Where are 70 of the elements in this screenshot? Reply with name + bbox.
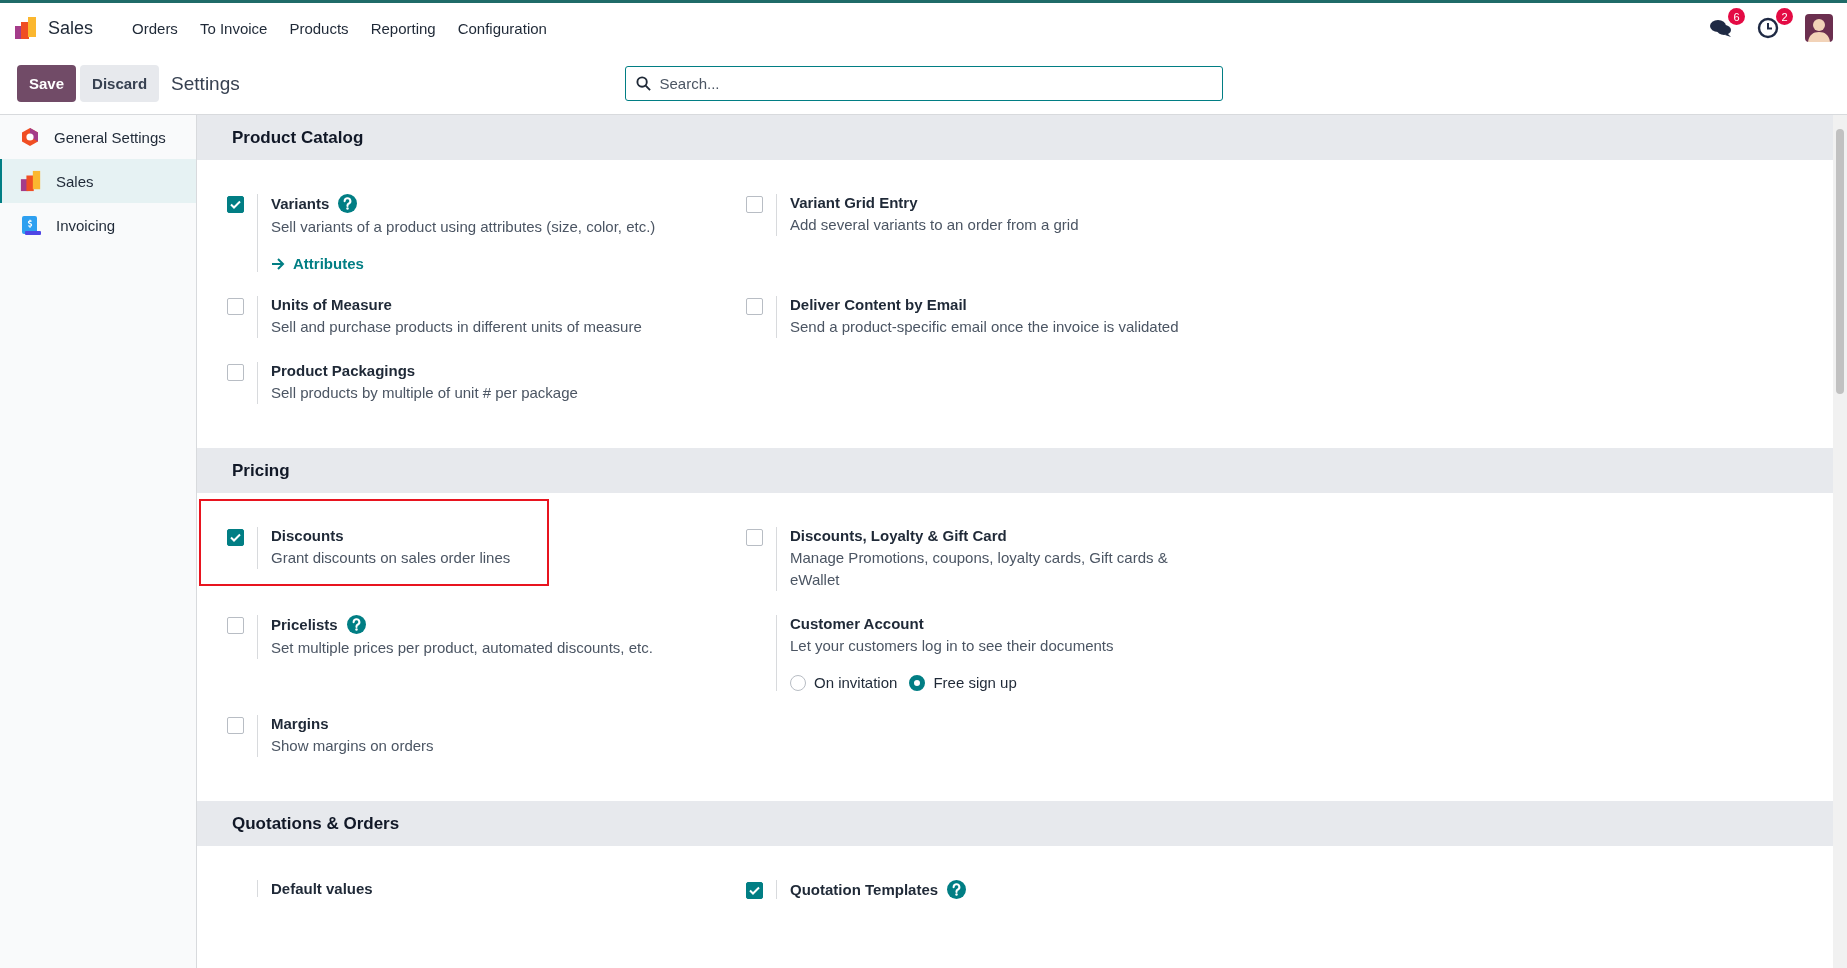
setting-title: Default values xyxy=(271,880,373,897)
setting-description: Grant discounts on sales order lines xyxy=(271,548,511,568)
setting-title: Discounts xyxy=(271,527,344,544)
setting-title: Units of Measure xyxy=(271,296,392,313)
count-badge: 6 xyxy=(1728,8,1745,25)
setting-description: Send a product-specific email once the invoice is validated xyxy=(790,317,1179,337)
checkmark-icon xyxy=(230,533,241,542)
setting-title: Customer Account xyxy=(790,615,924,632)
bar-chart-logo-icon xyxy=(14,16,38,40)
checkbox[interactable] xyxy=(227,717,244,734)
section-header: Pricing xyxy=(197,448,1833,493)
setting-title: Pricelists xyxy=(271,616,338,633)
invoice-icon xyxy=(20,214,42,236)
section-header: Quotations & Orders xyxy=(197,801,1833,846)
checkmark-icon xyxy=(230,200,241,209)
sidebar-item[interactable]: Sales xyxy=(0,159,196,203)
help-icon[interactable] xyxy=(947,880,967,899)
help-icon[interactable] xyxy=(338,194,358,213)
checkbox[interactable] xyxy=(227,364,244,381)
radio-button[interactable] xyxy=(790,674,806,691)
attributes-link[interactable]: Attributes xyxy=(271,255,364,272)
setting-description: Show margins on orders xyxy=(271,736,434,756)
radio-option[interactable]: On invitation xyxy=(790,674,898,691)
setting-description: Sell and purchase products in different units of measure xyxy=(271,317,642,337)
setting-title: Margins xyxy=(271,715,329,732)
checkbox[interactable] xyxy=(746,882,763,899)
save-button[interactable]: Save xyxy=(17,65,77,102)
setting-title: Discounts, Loyalty & Gift Card xyxy=(790,527,1007,544)
setting-title: Quotation Templates xyxy=(790,881,939,898)
setting-title: Variants xyxy=(271,195,330,212)
setting-description: Manage Promotions, coupons, loyalty cards, Gift cards & eWallet xyxy=(790,548,1169,590)
menu-item[interactable]: Reporting xyxy=(359,19,447,37)
discard-button[interactable]: Discard xyxy=(80,65,160,102)
section-header: Product Catalog xyxy=(197,115,1833,160)
radio-option[interactable]: Free sign up xyxy=(909,674,1017,691)
menu-item[interactable]: Orders xyxy=(121,19,189,37)
menu-item[interactable]: Products xyxy=(278,19,360,37)
clock-icon[interactable] xyxy=(1757,17,1779,39)
menu-item[interactable]: Configuration xyxy=(446,19,558,37)
setting-title: Deliver Content by Email xyxy=(790,296,967,313)
setting-description: Sell products by multiple of unit # per package xyxy=(271,383,578,403)
checkbox[interactable] xyxy=(227,529,244,546)
avatar-icon[interactable] xyxy=(1805,14,1833,42)
checkbox[interactable] xyxy=(227,617,244,634)
setting-description: Set multiple prices per product, automated discounts, etc. xyxy=(271,638,653,658)
checkmark-icon xyxy=(749,886,760,895)
checkbox[interactable] xyxy=(746,298,763,315)
setting-description: Add several variants to an order from a grid xyxy=(790,215,1079,235)
sidebar-item[interactable]: Invoicing xyxy=(0,203,196,247)
checkbox[interactable] xyxy=(746,529,763,546)
setting-description: Let your customers log in to see their documents xyxy=(790,636,1114,656)
count-badge: 2 xyxy=(1776,8,1793,25)
scrollbar[interactable] xyxy=(1833,115,1847,968)
radio-button[interactable] xyxy=(909,674,926,691)
setting-title: Variant Grid Entry xyxy=(790,194,918,211)
app-name[interactable]: Sales xyxy=(48,17,94,39)
checkbox[interactable] xyxy=(746,196,763,213)
sidebar-item[interactable]: General Settings xyxy=(0,115,196,159)
chat-icon[interactable] xyxy=(1709,17,1733,39)
checkbox[interactable] xyxy=(227,298,244,315)
page-title: Settings xyxy=(171,72,240,95)
checkbox[interactable] xyxy=(227,196,244,213)
help-icon[interactable] xyxy=(346,615,366,634)
menu-item[interactable]: To Invoice xyxy=(188,19,279,37)
setting-title: Product Packagings xyxy=(271,362,416,379)
arrow-right-icon xyxy=(271,257,285,270)
setting-description: Sell variants of a product using attributes (size, color, etc.) xyxy=(271,217,656,237)
search-field[interactable]: Search... xyxy=(624,66,1223,101)
hexagon-icon xyxy=(20,127,40,147)
bar-chart-logo-icon xyxy=(20,170,42,192)
